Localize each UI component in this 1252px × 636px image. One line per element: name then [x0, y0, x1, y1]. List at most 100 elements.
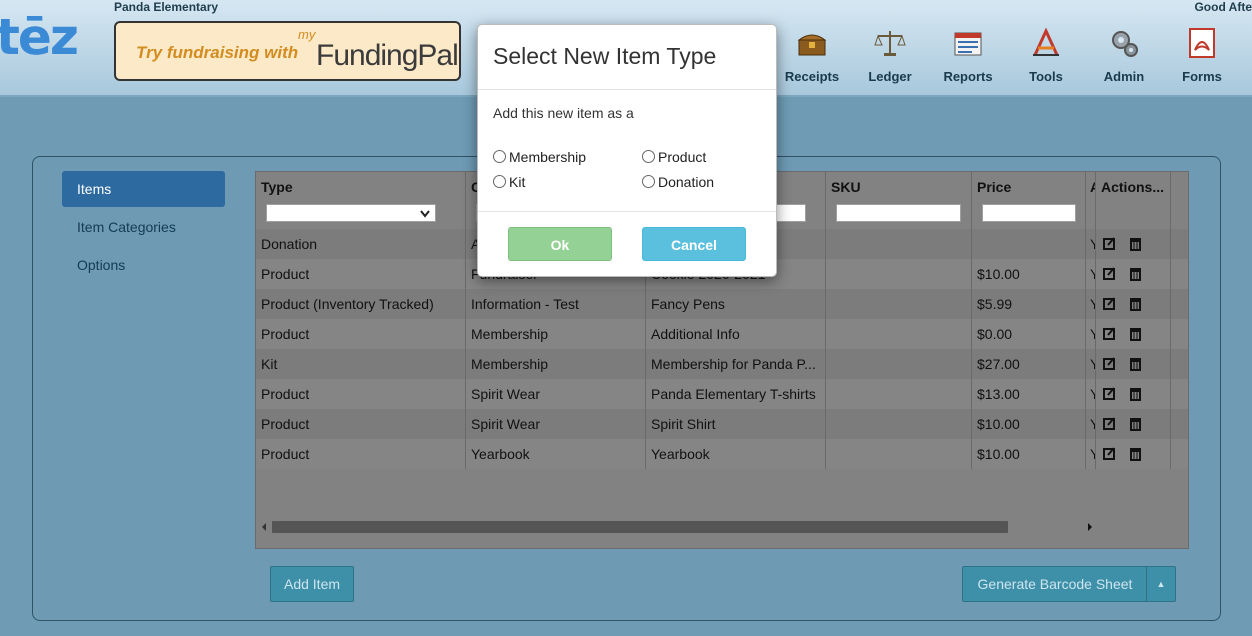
cell-active: Y	[1086, 229, 1096, 259]
membership-label: Membership	[509, 149, 587, 165]
app-logo[interactable]: tēz	[0, 8, 79, 66]
cell-category: Membership	[466, 319, 646, 349]
tools-icon	[1033, 27, 1059, 56]
scrollbar-thumb[interactable]	[272, 521, 1008, 533]
scroll-right-icon[interactable]	[1086, 522, 1094, 532]
fundingpal-promo-banner[interactable]: Try fundraising with my FundingPal	[114, 21, 461, 81]
donation-label: Donation	[658, 174, 715, 190]
cell-type: Donation	[256, 229, 466, 259]
cell-price	[972, 229, 1086, 259]
table-row[interactable]: Product Membership Additional Info $0.00…	[256, 319, 1188, 349]
cell-category: Spirit Wear	[466, 379, 646, 409]
nav-receipts[interactable]: Receipts	[777, 28, 847, 84]
nav-tools[interactable]: Tools	[1011, 27, 1081, 84]
option-membership[interactable]: Membership	[493, 149, 586, 165]
nav-reports[interactable]: Reports	[933, 28, 1003, 84]
trash-icon[interactable]	[1129, 326, 1142, 341]
cell-price: $27.00	[972, 349, 1086, 379]
cell-price: $0.00	[972, 319, 1086, 349]
price-filter-input[interactable]	[982, 204, 1076, 222]
dialog-title: Select New Item Type	[493, 43, 717, 69]
option-kit[interactable]: Kit	[493, 174, 525, 190]
column-header-price[interactable]: Price	[972, 172, 1086, 229]
sidebar-item-items[interactable]: Items	[62, 171, 225, 207]
cell-active: Y	[1086, 439, 1096, 469]
kit-radio[interactable]	[493, 175, 506, 188]
sidebar-item-options[interactable]: Options	[62, 247, 225, 283]
edit-icon[interactable]	[1103, 356, 1116, 371]
cell-sku	[826, 289, 972, 319]
nav-ledger-label: Ledger	[868, 69, 912, 84]
cell-sku	[826, 349, 972, 379]
trash-icon[interactable]	[1129, 356, 1142, 371]
option-donation[interactable]: Donation	[642, 174, 714, 190]
cell-type: Product	[256, 259, 466, 289]
column-header-sku[interactable]: SKU	[826, 172, 972, 229]
cell-sku	[826, 259, 972, 289]
gears-icon	[1112, 31, 1138, 57]
generate-barcode-sheet-button[interactable]: Generate Barcode Sheet	[962, 566, 1148, 602]
promo-my-text: my	[298, 27, 316, 42]
trash-icon[interactable]	[1129, 296, 1142, 311]
trash-icon[interactable]	[1129, 446, 1142, 461]
cell-name: Spirit Shirt	[646, 409, 826, 439]
scroll-left-icon[interactable]	[260, 522, 268, 532]
cell-actions	[1096, 289, 1171, 319]
dialog-footer-divider	[478, 211, 776, 212]
edit-icon[interactable]	[1103, 296, 1116, 311]
barcode-dropdown-toggle[interactable]: ▲	[1146, 566, 1176, 602]
cell-name: Membership for Panda P...	[646, 349, 826, 379]
sku-filter-input[interactable]	[836, 204, 961, 222]
trash-icon[interactable]	[1129, 416, 1142, 431]
cell-sku	[826, 439, 972, 469]
nav-reports-label: Reports	[943, 69, 993, 84]
cell-active: Y	[1086, 409, 1096, 439]
nav-admin[interactable]: Admin	[1089, 28, 1159, 84]
cell-type: Product (Inventory Tracked)	[256, 289, 466, 319]
edit-icon[interactable]	[1103, 386, 1116, 401]
type-filter-select[interactable]	[266, 204, 436, 222]
cell-sku	[826, 379, 972, 409]
cell-price: $10.00	[972, 259, 1086, 289]
cell-type: Product	[256, 379, 466, 409]
cell-sku	[826, 229, 972, 259]
product-radio[interactable]	[642, 150, 655, 163]
dialog-header-divider	[478, 89, 776, 90]
edit-icon[interactable]	[1103, 446, 1116, 461]
column-header-active[interactable]: A	[1086, 172, 1096, 229]
nav-ledger[interactable]: Ledger	[855, 28, 925, 84]
cell-actions	[1096, 229, 1171, 259]
trash-icon[interactable]	[1129, 266, 1142, 281]
cell-price: $13.00	[972, 379, 1086, 409]
cell-actions	[1096, 439, 1171, 469]
table-row[interactable]: Product (Inventory Tracked) Information …	[256, 289, 1188, 319]
column-header-type[interactable]: Type	[256, 172, 466, 229]
edit-icon[interactable]	[1103, 266, 1116, 281]
edit-icon[interactable]	[1103, 326, 1116, 341]
table-row[interactable]: Product Spirit Wear Panda Elementary T-s…	[256, 379, 1188, 409]
product-label: Product	[658, 149, 707, 165]
donation-radio[interactable]	[642, 175, 655, 188]
cancel-button[interactable]: Cancel	[642, 227, 746, 261]
select-item-type-dialog: Select New Item Type Add this new item a…	[477, 24, 777, 277]
cell-price: $10.00	[972, 409, 1086, 439]
school-name: Panda Elementary	[114, 0, 219, 14]
table-row[interactable]: Product Yearbook Yearbook $10.00 Y	[256, 439, 1188, 469]
membership-radio[interactable]	[493, 150, 506, 163]
trash-icon[interactable]	[1129, 236, 1142, 251]
column-header-actions[interactable]: Actions...	[1096, 172, 1171, 229]
trash-icon[interactable]	[1129, 386, 1142, 401]
edit-icon[interactable]	[1103, 416, 1116, 431]
table-row[interactable]: Product Spirit Wear Spirit Shirt $10.00 …	[256, 409, 1188, 439]
cell-type: Product	[256, 439, 466, 469]
nav-forms[interactable]: Forms	[1167, 28, 1237, 84]
edit-icon[interactable]	[1103, 236, 1116, 251]
table-row[interactable]: Kit Membership Membership for Panda P...…	[256, 349, 1188, 379]
add-item-button[interactable]: Add Item	[270, 566, 354, 602]
cell-sku	[826, 409, 972, 439]
ok-button[interactable]: Ok	[508, 227, 612, 261]
sidebar-item-item-categories[interactable]: Item Categories	[62, 209, 225, 245]
treasure-chest-icon	[797, 34, 827, 56]
report-icon	[954, 32, 982, 56]
option-product[interactable]: Product	[642, 149, 706, 165]
